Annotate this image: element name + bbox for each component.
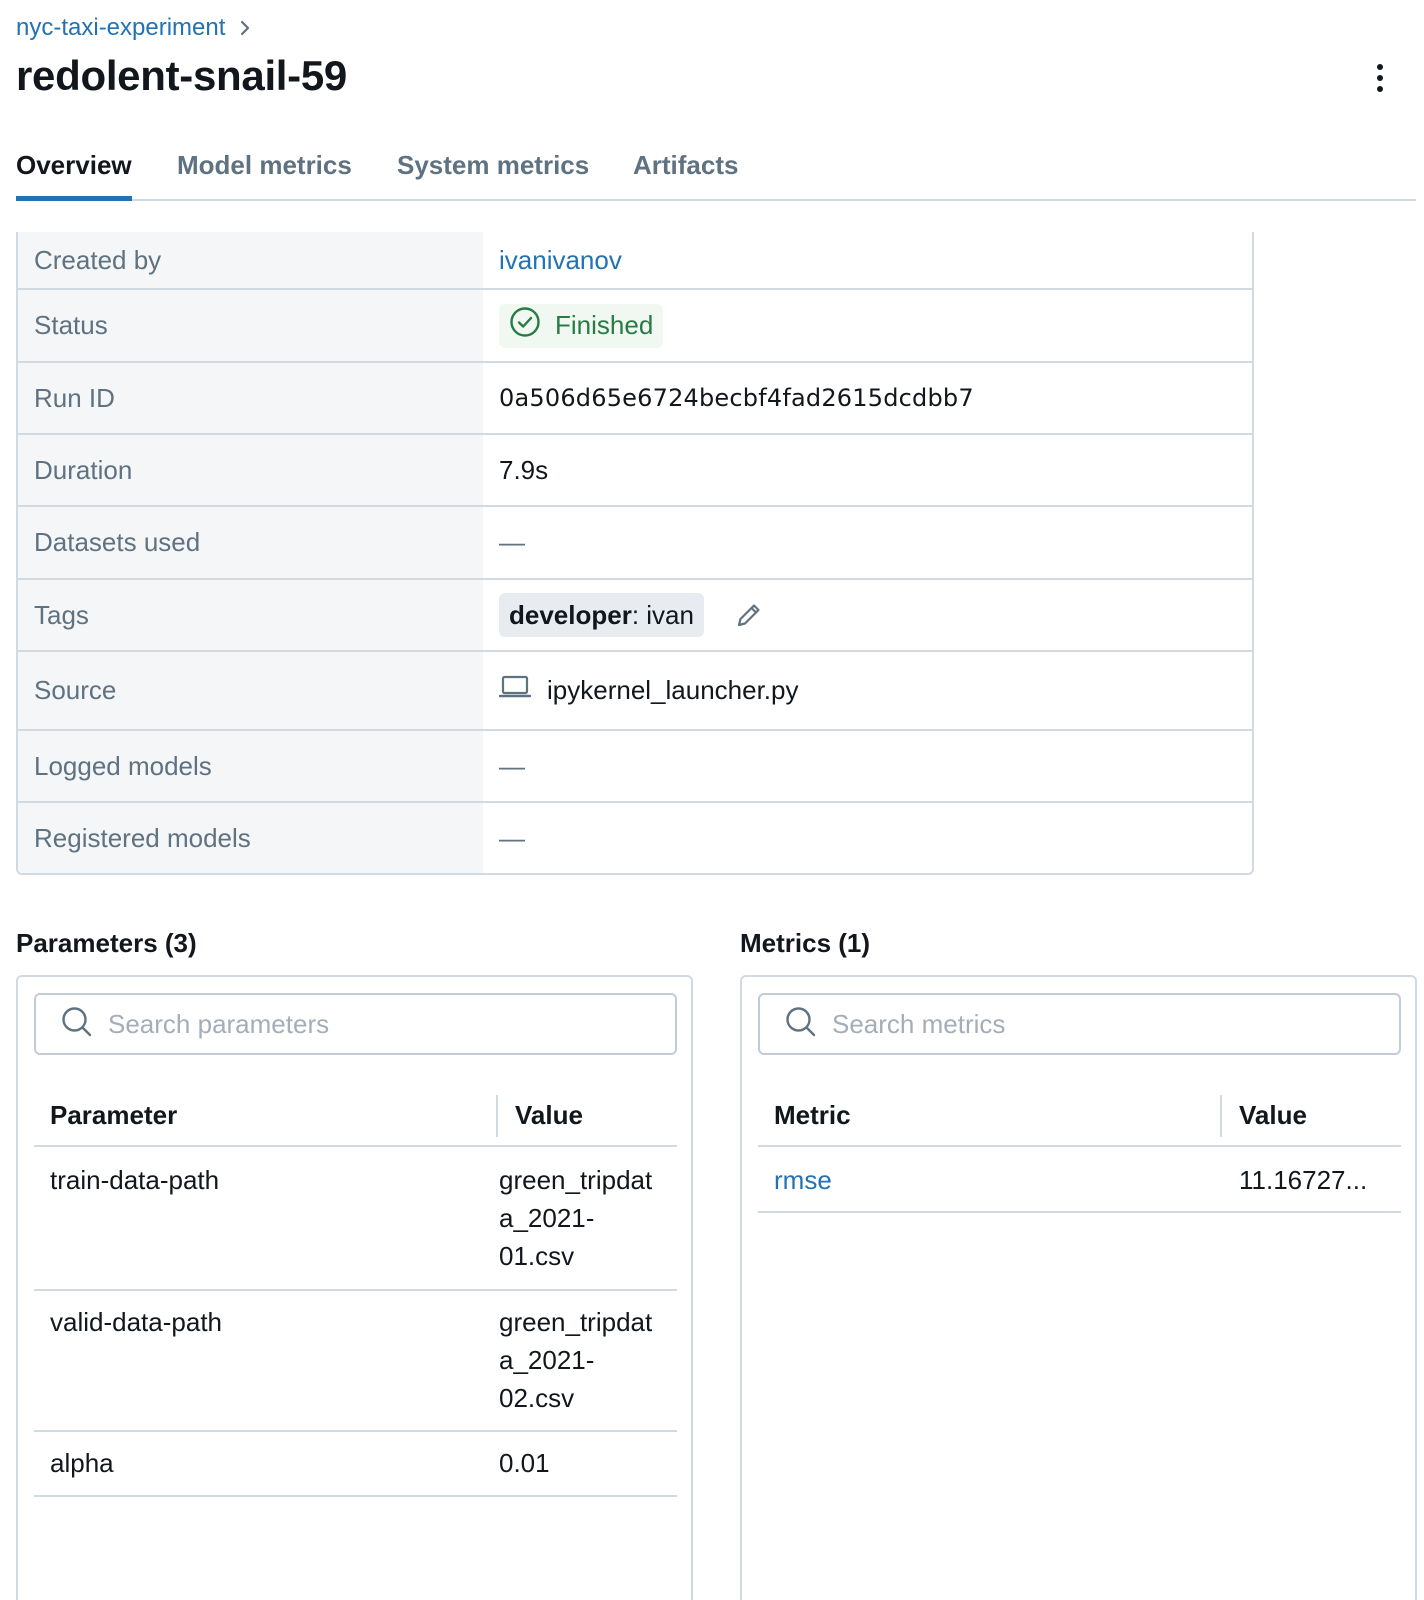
column-header-parameter: Parameter — [50, 1099, 178, 1130]
param-name: alpha — [50, 1448, 114, 1478]
column-header-value: Value — [515, 1099, 583, 1130]
run-id-value: 0a506d65e6724becbf4fad2615dcdbb7 — [499, 384, 974, 412]
param-value: green_tripdat a_2021- 01.csv — [499, 1165, 653, 1271]
metrics-title: Metrics (1) — [740, 928, 871, 958]
detail-row-status: Status Finished — [18, 288, 1252, 361]
source-value: ipykernel_launcher.py — [547, 675, 799, 705]
parameters-table-header: Parameter Value — [34, 1085, 677, 1147]
parameters-title: Parameters (3) — [16, 928, 197, 958]
detail-row-source: Source ipykernel_launcher.py — [18, 650, 1252, 729]
tag-chip: developer: ivan — [499, 593, 704, 637]
param-value: 0.01 — [499, 1448, 550, 1478]
detail-row-created-by: Created by ivanivanov — [18, 232, 1252, 288]
duration-value: 7.9s — [499, 454, 549, 485]
search-placeholder: Search parameters — [108, 1008, 330, 1039]
kebab-menu-icon[interactable] — [1364, 60, 1396, 96]
breadcrumb: nyc-taxi-experiment — [16, 12, 251, 44]
page-title: redolent-snail-59 — [16, 52, 347, 99]
run-details-table: Created by ivanivanov Status Finished Ru… — [16, 232, 1254, 875]
detail-label: Created by — [18, 232, 483, 288]
status-badge: Finished — [499, 303, 664, 348]
detail-label: Status — [18, 290, 483, 361]
status-text: Finished — [555, 310, 654, 340]
table-row: train-data-path green_tripdat a_2021- 01… — [34, 1149, 677, 1291]
detail-label: Datasets used — [18, 507, 483, 578]
search-icon — [784, 1005, 818, 1044]
detail-label: Tags — [18, 580, 483, 650]
laptop-icon — [498, 673, 532, 708]
logged-models-value: — — [499, 750, 525, 781]
table-row: valid-data-path green_tripdat a_2021- 02… — [34, 1291, 677, 1432]
metrics-search-input[interactable]: Search metrics — [758, 993, 1401, 1055]
detail-row-tags: Tags developer: ivan — [18, 578, 1252, 650]
detail-label: Registered models — [18, 803, 483, 873]
tab-model-metrics[interactable]: Model metrics — [177, 150, 352, 201]
detail-label: Run ID — [18, 363, 483, 433]
breadcrumb-experiment-link[interactable]: nyc-taxi-experiment — [16, 14, 225, 42]
tab-system-metrics[interactable]: System metrics — [397, 150, 589, 201]
tag-separator: : — [631, 599, 647, 630]
metric-name-link[interactable]: rmse — [774, 1165, 832, 1196]
column-header-value: Value — [1239, 1099, 1307, 1130]
search-placeholder: Search metrics — [832, 1008, 1006, 1039]
param-value: green_tripdat a_2021- 02.csv — [499, 1307, 653, 1413]
parameters-search-input[interactable]: Search parameters — [34, 993, 677, 1055]
detail-label: Source — [18, 652, 483, 729]
detail-label: Logged models — [18, 731, 483, 801]
table-row: rmse 11.16727... — [758, 1149, 1401, 1213]
pencil-icon[interactable] — [734, 600, 764, 630]
tag-key: developer — [509, 599, 632, 630]
chevron-right-icon — [239, 19, 251, 37]
tag-value: ivan — [646, 599, 694, 630]
datasets-value: — — [499, 527, 525, 557]
param-name: valid-data-path — [50, 1307, 222, 1337]
detail-row-logged-models: Logged models — — [18, 729, 1252, 801]
tab-overview[interactable]: Overview — [16, 150, 132, 201]
column-header-metric: Metric — [774, 1099, 851, 1130]
detail-row-registered-models: Registered models — — [18, 801, 1252, 873]
detail-row-datasets: Datasets used — — [18, 505, 1252, 578]
detail-row-run-id: Run ID 0a506d65e6724becbf4fad2615dcdbb7 — [18, 361, 1252, 433]
created-by-link[interactable]: ivanivanov — [499, 245, 622, 276]
parameters-panel: Search parameters Parameter Value train-… — [16, 975, 693, 1600]
registered-models-value: — — [499, 822, 525, 853]
param-name: train-data-path — [50, 1165, 220, 1195]
check-circle-icon — [509, 306, 541, 345]
table-row: alpha 0.01 — [34, 1432, 677, 1497]
tab-artifacts[interactable]: Artifacts — [633, 150, 738, 201]
metrics-table-header: Metric Value — [758, 1085, 1401, 1147]
detail-label: Duration — [18, 435, 483, 505]
metric-value: 11.16727... — [1239, 1165, 1368, 1195]
metrics-panel: Search metrics Metric Value rmse 11.1672… — [740, 975, 1417, 1600]
search-icon — [60, 1005, 94, 1044]
detail-row-duration: Duration 7.9s — [18, 433, 1252, 505]
tab-bar: Overview Model metrics System metrics Ar… — [16, 150, 1416, 201]
